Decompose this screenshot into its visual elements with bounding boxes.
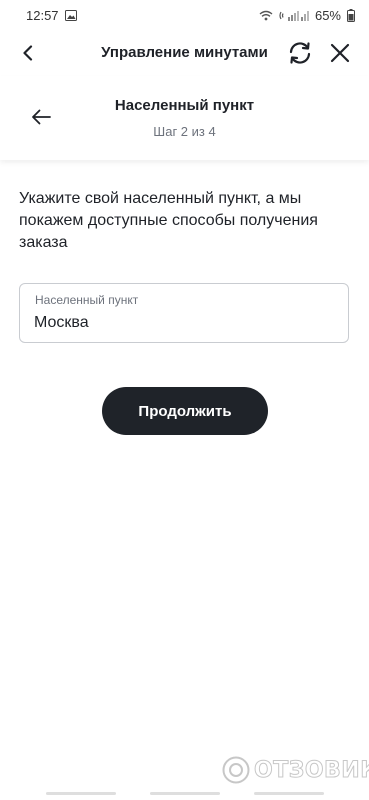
wifi-icon	[259, 10, 273, 21]
screen: 12:57 65% Управление минутами Населенный…	[0, 0, 369, 800]
locality-input[interactable]	[34, 314, 334, 332]
app-header: Управление минутами	[0, 30, 369, 76]
locality-field[interactable]: Населенный пункт	[19, 283, 349, 343]
image-icon	[64, 9, 77, 21]
locality-field-label: Населенный пункт	[35, 293, 139, 307]
signal-icon	[279, 10, 309, 21]
otzovik-logo-icon	[222, 756, 250, 784]
close-icon[interactable]	[326, 39, 354, 67]
refresh-icon[interactable]	[286, 39, 314, 67]
navigation-bar	[0, 790, 369, 800]
instructions-text: Укажите свой населенный пункт, а мы пока…	[19, 190, 318, 251]
status-bar: 12:57 65%	[0, 0, 369, 30]
battery-icon	[347, 8, 355, 22]
otzovik-watermark: ОТЗОВИК	[222, 756, 369, 784]
status-left: 12:57	[26, 8, 77, 23]
chevron-left-icon[interactable]	[14, 39, 42, 67]
status-right: 65%	[259, 8, 355, 23]
nav-home[interactable]	[150, 792, 220, 795]
battery-percent: 65%	[314, 7, 341, 23]
watermark-text: ОТЗОВИК	[254, 757, 369, 783]
nav-recents[interactable]	[46, 792, 116, 795]
step-subtitle: Шаг 2 из 4	[153, 124, 216, 139]
status-time: 12:57	[26, 7, 59, 23]
continue-button[interactable]: Продолжить	[102, 387, 268, 435]
step-title: Населенный пункт	[114, 97, 255, 114]
app-title: Управление минутами	[101, 44, 268, 61]
nav-back[interactable]	[254, 792, 324, 795]
step-header: Населенный пункт Шаг 2 из 4	[0, 76, 369, 160]
